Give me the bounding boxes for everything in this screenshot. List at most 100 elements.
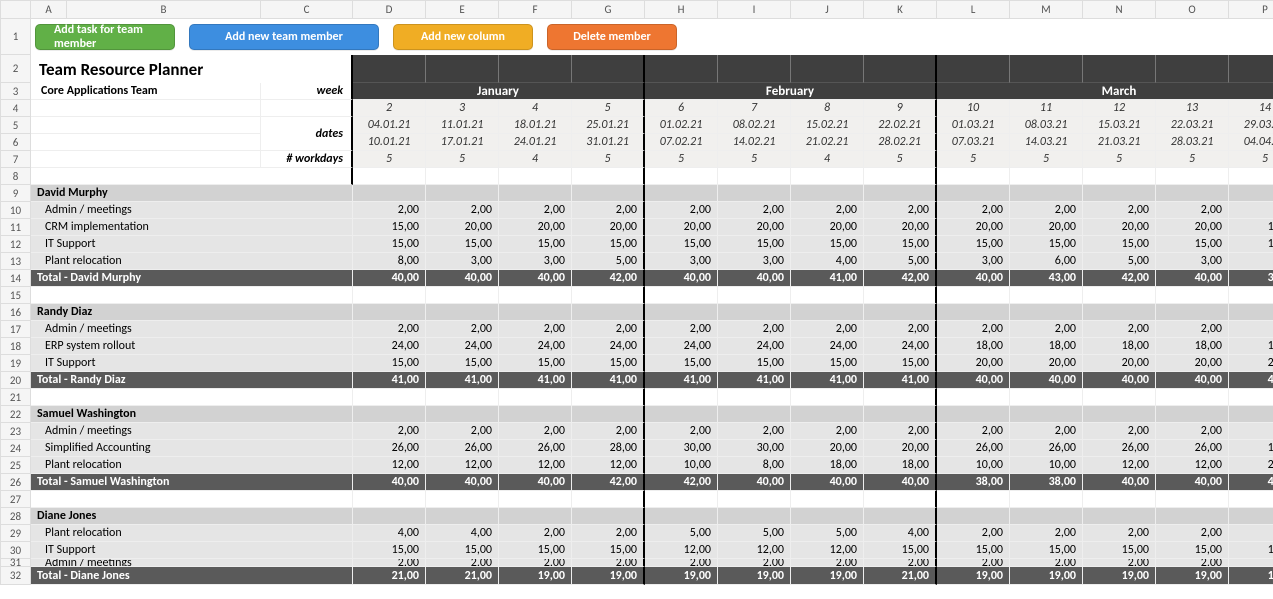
task-value[interactable]: 2,00 <box>1156 423 1229 440</box>
task-value[interactable]: 30,00 <box>645 440 718 457</box>
task-value[interactable]: 2,00 <box>718 423 791 440</box>
col-header[interactable]: H <box>645 1 718 19</box>
row-header[interactable]: 25 <box>1 457 31 474</box>
task-value[interactable]: 2,00 <box>572 321 645 338</box>
task-value[interactable]: 20,00 <box>572 219 645 236</box>
week-number[interactable]: 3 <box>426 100 499 117</box>
workdays-value[interactable]: 5 <box>1229 151 1273 168</box>
task-value[interactable]: 2,00 <box>572 423 645 440</box>
week-number[interactable]: 14 <box>1229 100 1273 117</box>
task-value[interactable]: 15,00 <box>864 542 937 559</box>
col-header[interactable]: C <box>261 1 353 19</box>
task-value[interactable]: 8,00 <box>353 253 426 270</box>
task-label[interactable]: Plant relocation <box>31 253 353 270</box>
workdays-value[interactable]: 4 <box>791 151 864 168</box>
row-header[interactable]: 12 <box>1 236 31 253</box>
week-end-date[interactable]: 04.04.21 <box>1229 134 1273 151</box>
task-value[interactable]: 15,00 <box>426 542 499 559</box>
task-value[interactable]: 4,00 <box>791 253 864 270</box>
week-start-date[interactable]: 01.03.21 <box>937 117 1010 134</box>
task-value[interactable]: 2,00 <box>426 202 499 219</box>
task-value[interactable]: 15,00 <box>499 542 572 559</box>
task-value[interactable]: 4,00 <box>353 525 426 542</box>
task-value[interactable]: 2,00 <box>1083 202 1156 219</box>
task-value[interactable]: 2,00 <box>864 559 937 567</box>
row-header[interactable]: 29 <box>1 525 31 542</box>
task-value[interactable]: 18,00 <box>1229 440 1273 457</box>
task-value[interactable]: 2,00 <box>937 559 1010 567</box>
workdays-value[interactable]: 5 <box>353 151 426 168</box>
task-value[interactable]: 2,00 <box>937 423 1010 440</box>
task-value[interactable]: 5,00 <box>645 525 718 542</box>
task-value[interactable]: 5,00 <box>791 525 864 542</box>
task-value[interactable]: 15,00 <box>1156 542 1229 559</box>
task-value[interactable]: 10,00 <box>645 457 718 474</box>
task-label[interactable]: Admin / meetings <box>31 321 353 338</box>
task-value[interactable]: 2,00 <box>1229 423 1273 440</box>
week-number[interactable]: 7 <box>718 100 791 117</box>
week-start-date[interactable]: 29.03.21 <box>1229 117 1273 134</box>
delete-member-button[interactable]: Delete member <box>547 24 677 50</box>
workdays-value[interactable]: 5 <box>572 151 645 168</box>
week-number[interactable]: 13 <box>1156 100 1229 117</box>
task-value[interactable]: 18,00 <box>864 457 937 474</box>
col-header[interactable]: F <box>499 1 572 19</box>
col-header[interactable]: G <box>572 1 645 19</box>
workdays-value[interactable]: 5 <box>645 151 718 168</box>
task-value[interactable]: 3,00 <box>718 253 791 270</box>
task-value[interactable]: 2,00 <box>1010 525 1083 542</box>
task-value[interactable]: 24,00 <box>791 338 864 355</box>
task-value[interactable]: 15,00 <box>499 355 572 372</box>
task-value[interactable]: 2,00 <box>1229 525 1273 542</box>
task-label[interactable]: Plant relocation <box>31 525 353 542</box>
week-number[interactable]: 5 <box>572 100 645 117</box>
task-value[interactable]: 18,00 <box>1156 338 1229 355</box>
task-value[interactable]: 15,00 <box>864 236 937 253</box>
member-name[interactable]: Randy Diaz <box>31 304 353 321</box>
task-value[interactable]: 2,00 <box>1229 559 1273 567</box>
task-value[interactable]: 2,00 <box>499 525 572 542</box>
week-end-date[interactable]: 14.03.21 <box>1010 134 1083 151</box>
task-value[interactable]: 20,00 <box>426 219 499 236</box>
task-value[interactable]: 20,00 <box>718 219 791 236</box>
task-value[interactable]: 20,00 <box>937 219 1010 236</box>
task-value[interactable]: 6,00 <box>1010 253 1083 270</box>
col-header[interactable]: N <box>1083 1 1156 19</box>
task-value[interactable]: 2,00 <box>937 202 1010 219</box>
week-start-date[interactable]: 08.03.21 <box>1010 117 1083 134</box>
task-value[interactable]: 2,00 <box>1010 202 1083 219</box>
row-header[interactable]: 27 <box>1 491 31 508</box>
row-header[interactable]: 15 <box>1 287 31 304</box>
task-value[interactable]: 12,00 <box>718 542 791 559</box>
week-number[interactable]: 4 <box>499 100 572 117</box>
week-start-date[interactable]: 15.02.21 <box>791 117 864 134</box>
week-number[interactable]: 8 <box>791 100 864 117</box>
task-value[interactable]: 15,00 <box>353 355 426 372</box>
task-value[interactable]: 3,00 <box>426 253 499 270</box>
task-value[interactable]: 26,00 <box>426 440 499 457</box>
task-value[interactable]: 8,00 <box>718 457 791 474</box>
task-value[interactable]: 2,00 <box>645 423 718 440</box>
task-value[interactable]: 15,00 <box>1010 542 1083 559</box>
task-value[interactable]: 3,00 <box>499 253 572 270</box>
task-value[interactable]: 20,00 <box>499 219 572 236</box>
member-name[interactable]: Samuel Washington <box>31 406 353 423</box>
task-value[interactable]: 2,00 <box>1010 321 1083 338</box>
week-start-date[interactable]: 18.01.21 <box>499 117 572 134</box>
row-header[interactable]: 13 <box>1 253 31 270</box>
task-value[interactable]: 15,00 <box>864 355 937 372</box>
task-value[interactable]: 24,00 <box>499 338 572 355</box>
week-number[interactable]: 9 <box>864 100 937 117</box>
task-value[interactable]: 26,00 <box>1083 440 1156 457</box>
workdays-value[interactable]: 5 <box>1083 151 1156 168</box>
task-value[interactable]: 15,00 <box>937 236 1010 253</box>
task-value[interactable]: 20,00 <box>1010 219 1083 236</box>
col-header[interactable]: B <box>67 1 261 19</box>
workdays-value[interactable]: 5 <box>718 151 791 168</box>
task-value[interactable]: 15,00 <box>791 236 864 253</box>
task-label[interactable]: Plant relocation <box>31 457 353 474</box>
row-header[interactable]: 32 <box>1 567 31 585</box>
task-value[interactable]: 30,00 <box>718 440 791 457</box>
task-label[interactable]: Admin / meetings <box>31 423 353 440</box>
row-header[interactable]: 1 <box>1 19 31 55</box>
